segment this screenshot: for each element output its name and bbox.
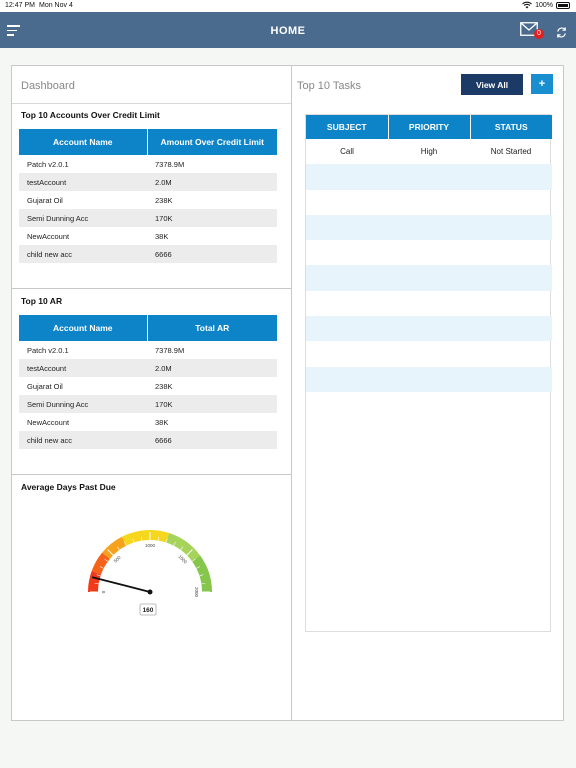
column-header-total-ar[interactable]: Total AR (147, 315, 277, 341)
account-name-cell: Gujarat Oil (27, 195, 63, 205)
amount-cell: 6666 (147, 245, 277, 263)
column-header-account-name[interactable]: Account Name (19, 315, 148, 341)
tasks-table: SUBJECT PRIORITY STATUS Call High Not St… (306, 115, 552, 392)
account-name-cell: NewAccount (27, 231, 70, 241)
empty-row (306, 265, 552, 291)
section-divider (12, 474, 292, 475)
wifi-icon (522, 1, 532, 9)
top-ar-title: Top 10 AR (21, 296, 63, 306)
days-past-due-gauge: 0 500 1000 1500 2000 160 (88, 530, 212, 616)
table-row[interactable]: child new acc 6666 (19, 245, 277, 263)
gauge-value-label: 160 (143, 607, 154, 614)
status-date: Mon Nov 4 (39, 2, 73, 9)
total-ar-cell: 38K (155, 417, 169, 427)
status-cell: Not Started (490, 147, 532, 157)
empty-row (306, 291, 552, 316)
amount-cell: 2.0M (147, 173, 277, 191)
amount-cell: 170K (147, 209, 277, 227)
account-name-cell: Semi Dunning Acc (19, 395, 147, 413)
account-name-cell: Patch v2.0.1 (27, 159, 69, 169)
credit-limit-title: Top 10 Accounts Over Credit Limit (21, 110, 160, 120)
section-divider (12, 288, 292, 289)
page-title: HOME (270, 25, 306, 37)
total-ar-cell: 238K (155, 381, 173, 391)
tasks-table-container: SUBJECT PRIORITY STATUS Call High Not St… (305, 114, 552, 632)
table-row[interactable]: Gujarat Oil 238K (19, 377, 277, 395)
column-header-priority[interactable]: PRIORITY (388, 115, 471, 139)
table-row[interactable]: Gujarat Oil 238K (19, 191, 277, 209)
priority-cell: High (420, 147, 438, 157)
column-header-amount-over-limit[interactable]: Amount Over Credit Limit (147, 129, 277, 155)
table-row[interactable]: Call High Not Started (306, 139, 552, 164)
status-time: 12:47 PM (5, 2, 35, 9)
total-ar-cell: 2.0M (147, 359, 277, 377)
refresh-icon[interactable] (555, 26, 568, 39)
empty-row (306, 366, 552, 392)
gauge-hub (147, 589, 153, 595)
gauge-needle (91, 576, 151, 593)
battery-icon (556, 1, 570, 9)
gauge-tick-label: 1000 (145, 543, 156, 548)
column-header-status[interactable]: STATUS (470, 115, 552, 139)
tasks-title: Top 10 Tasks (297, 80, 362, 92)
table-row[interactable]: Patch v2.0.1 7378.9M (19, 155, 277, 173)
table-row[interactable]: child new acc 6666 (19, 431, 277, 449)
table-row[interactable]: Patch v2.0.1 7378.9M (19, 341, 277, 359)
empty-row (306, 164, 552, 190)
gauge-band (88, 570, 102, 592)
account-name-cell: child new acc (19, 245, 147, 263)
account-name-cell: testAccount (19, 359, 147, 377)
account-name-cell: NewAccount (27, 417, 70, 427)
table-row[interactable]: Semi Dunning Acc 170K (19, 395, 277, 413)
view-all-button[interactable]: View All (461, 74, 523, 95)
dashboard-title: Dashboard (12, 66, 291, 104)
add-task-button[interactable]: + (531, 74, 553, 94)
total-ar-cell: 170K (147, 395, 277, 413)
amount-cell: 238K (155, 195, 173, 205)
credit-limit-table: Account Name Amount Over Credit Limit Pa… (19, 129, 277, 263)
empty-row (306, 316, 552, 342)
top-ar-table: Account Name Total AR Patch v2.0.1 7378.9… (19, 315, 277, 449)
status-bar: 12:47 PM Mon Nov 4 100% (0, 0, 576, 12)
account-name-cell: Gujarat Oil (27, 381, 63, 391)
table-row[interactable]: testAccount 2.0M (19, 359, 277, 377)
amount-cell: 38K (155, 231, 169, 241)
table-row[interactable]: NewAccount 38K (19, 413, 277, 431)
mail-badge: 0 (534, 29, 544, 39)
dashboard-panel: Dashboard Top 10 Accounts Over Credit Li… (11, 65, 564, 721)
gauge-tick-label: 500 (113, 554, 122, 563)
empty-row (306, 190, 552, 215)
total-ar-cell: 6666 (147, 431, 277, 449)
empty-row (306, 240, 552, 265)
account-name-cell: Patch v2.0.1 (27, 345, 69, 355)
account-name-cell: testAccount (19, 173, 147, 191)
days-past-due-title: Average Days Past Due (21, 482, 116, 492)
empty-row (306, 214, 552, 241)
table-row[interactable]: NewAccount 38K (19, 227, 277, 245)
empty-row (306, 341, 552, 366)
battery-percent: 100% (535, 1, 553, 9)
gauge-tick-label: 2000 (194, 587, 199, 598)
amount-cell: 7378.9M (155, 159, 185, 169)
gauge-tick-label: 1500 (177, 554, 188, 565)
total-ar-cell: 7378.9M (155, 345, 185, 355)
tasks-column: Top 10 Tasks View All + SUBJECT PRIORITY… (292, 66, 564, 720)
table-row[interactable]: Semi Dunning Acc 170K (19, 209, 277, 227)
table-row[interactable]: testAccount 2.0M (19, 173, 277, 191)
column-header-account-name[interactable]: Account Name (19, 129, 148, 155)
dashboard-column: Dashboard Top 10 Accounts Over Credit Li… (12, 66, 292, 720)
account-name-cell: child new acc (19, 431, 147, 449)
subject-cell: Call (340, 147, 354, 157)
app-header: HOME 0 (0, 12, 576, 48)
gauge-tick-label: 0 (101, 590, 106, 593)
account-name-cell: Semi Dunning Acc (19, 209, 147, 227)
column-header-subject[interactable]: SUBJECT (306, 115, 389, 139)
